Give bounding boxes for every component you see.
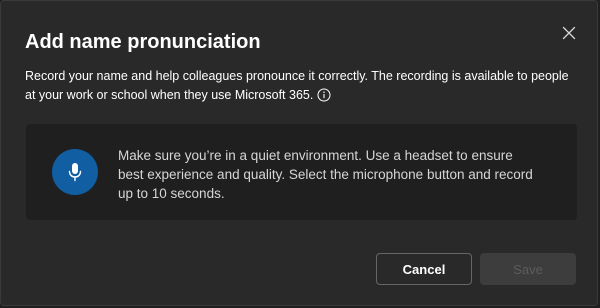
close-button[interactable]: [559, 23, 579, 43]
description-text: Record your name and help colleagues pro…: [25, 69, 569, 102]
microphone-button[interactable]: [52, 149, 98, 195]
close-icon: [562, 26, 576, 40]
save-button[interactable]: Save: [480, 253, 576, 285]
cancel-button[interactable]: Cancel: [376, 253, 472, 285]
info-icon[interactable]: [317, 88, 331, 102]
recording-instructions: Make sure you’re in a quiet environment.…: [118, 148, 533, 201]
add-name-pronunciation-dialog: Add name pronunciation Record your name …: [0, 0, 598, 306]
microphone-icon: [68, 163, 82, 182]
dialog-title: Add name pronunciation: [25, 31, 261, 53]
recording-panel: Make sure you’re in a quiet environment.…: [26, 124, 577, 220]
dialog-description: Record your name and help colleagues pro…: [25, 67, 577, 105]
